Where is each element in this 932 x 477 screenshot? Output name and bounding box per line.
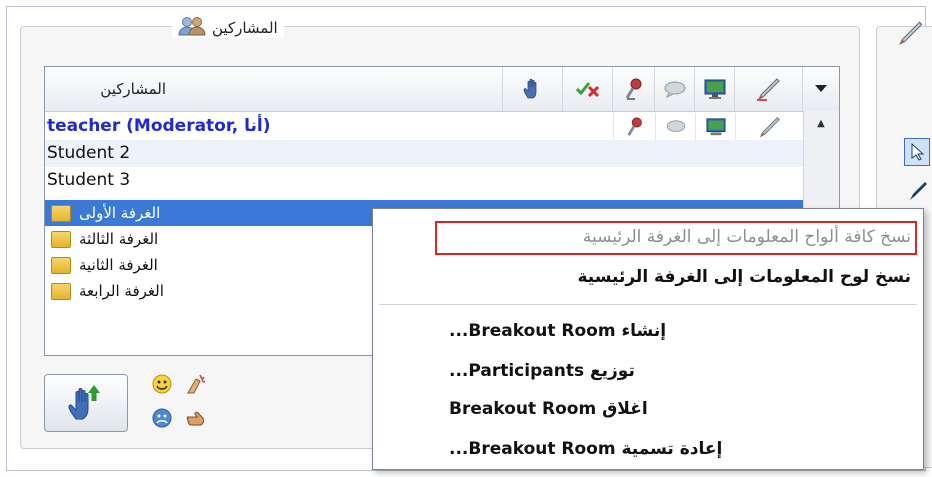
menu-label: نسخ لوح المعلومات إلى الغرفة الرئيسية — [577, 267, 911, 287]
header-participants-label[interactable]: المشاركين — [45, 67, 503, 111]
room-name: الغرفة الثانية — [79, 256, 158, 274]
smiley-icon[interactable] — [150, 372, 174, 396]
pencil-icon[interactable] — [735, 113, 803, 140]
chat-bubble-icon[interactable] — [655, 113, 695, 140]
pointing-hand-icon[interactable] — [184, 406, 208, 430]
sad-face-icon[interactable] — [150, 406, 174, 430]
participant-row-student-2[interactable]: Student 2 — [45, 140, 803, 167]
scroll-up-icon[interactable]: ▲ — [804, 113, 838, 133]
room-entry: الغرفة الرابعة — [51, 282, 164, 300]
menu-close-breakout-room[interactable]: اغلاق Breakout Room — [449, 391, 932, 427]
folder-icon — [51, 204, 71, 222]
raise-hand-button[interactable] — [44, 374, 128, 432]
pencil-icon — [896, 20, 926, 50]
highlight-box — [435, 221, 917, 255]
participants-legend: المشاركين — [172, 16, 284, 40]
menu-label: توزيع Participants... — [449, 361, 635, 381]
microphone-icon[interactable] — [613, 67, 655, 111]
menu-copy-whiteboard[interactable]: نسخ لوح المعلومات إلى الغرفة الرئيسية — [387, 259, 911, 295]
menu-create-breakout-room[interactable]: إنشاء Breakout Room... — [449, 313, 932, 349]
participant-name: Student 2 — [47, 143, 131, 163]
participant-row-student-3[interactable]: Student 3 — [45, 167, 803, 194]
room-context-menu: نسخ كافة ألواح المعلومات إلى الغرفة الرئ… — [372, 208, 924, 470]
menu-label: إنشاء Breakout Room... — [449, 321, 667, 341]
chat-bubble-icon[interactable] — [655, 67, 695, 111]
room-entry: الغرفة الثانية — [51, 256, 158, 274]
clear-status-icon[interactable] — [563, 67, 613, 111]
participants-icon — [178, 16, 206, 40]
folder-icon — [51, 256, 71, 274]
menu-label: اغلاق Breakout Room — [449, 399, 648, 419]
participant-row-teacher[interactable]: teacher (Moderator, أنا) — [45, 113, 803, 140]
pencil-icon[interactable] — [735, 67, 803, 111]
room-name: الغرفة الثالثة — [79, 230, 159, 248]
microphone-icon[interactable] — [613, 113, 655, 140]
pen-tool-icon[interactable] — [908, 178, 928, 206]
room-name: الغرفة الرابعة — [79, 282, 164, 300]
monitor-icon[interactable] — [695, 67, 735, 111]
grid-header: المشاركين — [45, 67, 839, 112]
chevron-down-icon[interactable] — [803, 67, 839, 111]
room-entry: الغرفة الأولى — [51, 204, 160, 222]
folder-icon — [51, 282, 71, 300]
participant-name: teacher (Moderator, أنا) — [47, 116, 271, 136]
room-entry: الغرفة الثالثة — [51, 230, 158, 248]
menu-rename-breakout-room[interactable]: إعادة تسمية Breakout Room... — [449, 431, 932, 467]
applause-icon[interactable] — [184, 372, 208, 396]
menu-distribute-participants[interactable]: توزيع Participants... — [449, 353, 932, 389]
folder-icon — [51, 230, 71, 248]
participants-title: المشاركين — [212, 19, 278, 37]
menu-label: إعادة تسمية Breakout Room... — [449, 439, 723, 459]
monitor-icon[interactable] — [695, 113, 735, 140]
raise-hand-icon[interactable] — [503, 67, 563, 111]
menu-separator — [379, 304, 917, 305]
participant-name: Student 3 — [47, 170, 131, 190]
room-name: الغرفة الأولى — [79, 204, 161, 222]
pointer-tool-icon[interactable] — [904, 138, 930, 166]
